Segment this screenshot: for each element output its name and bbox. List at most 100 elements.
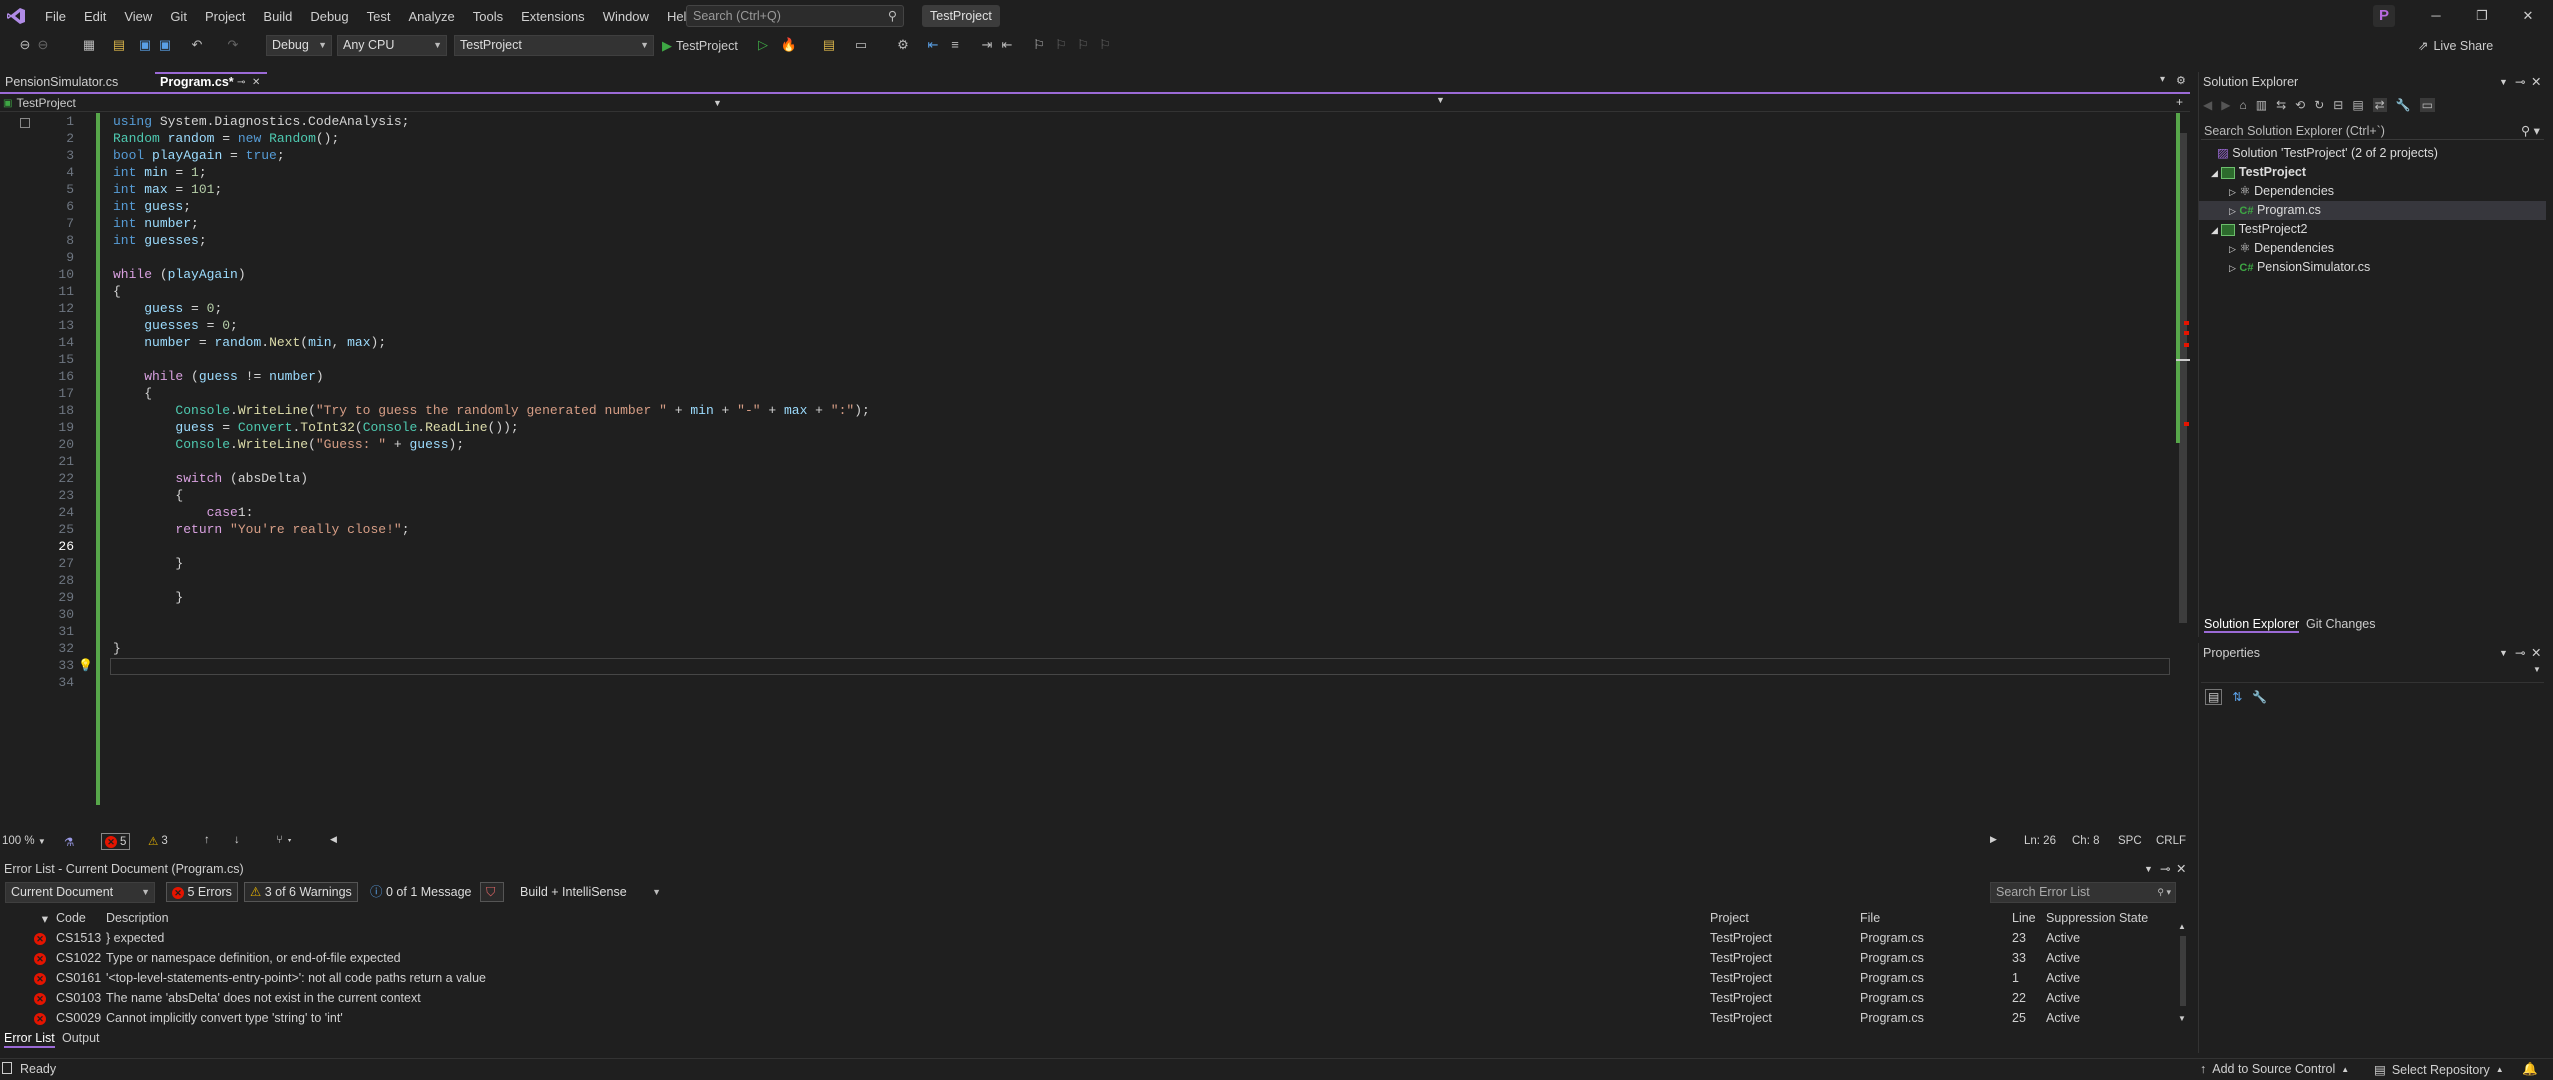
collapse-all-icon[interactable]: ⊟ [2333,98,2343,112]
project-scope-dropdown[interactable]: ▣ TestProject ▼ [3,95,723,111]
save-icon[interactable]: ▣ [136,36,154,54]
error-code-link[interactable]: CS0161 [52,968,102,988]
property-pages-icon[interactable]: 🔧 [2252,690,2267,704]
tab-output[interactable]: Output [62,1031,100,1045]
indent-icon[interactable]: ⇥ [978,36,996,54]
select-repository-button[interactable]: ▤ Select Repository ▲ [2374,1062,2504,1078]
pin-icon[interactable]: ⊸ [2160,860,2170,878]
bookmark-clear-icon[interactable]: ⚐ [1096,36,1114,54]
home-icon[interactable]: ⌂ [2239,98,2246,112]
panel-menu-icon[interactable]: ▼ [2499,643,2508,663]
messages-filter-toggle[interactable]: ⓘ 0 of 1 Message [364,882,477,902]
code-cleanup-icon[interactable]: ⚗ [64,835,74,849]
zoom-dropdown[interactable]: 100 % ▼ [2,835,46,847]
menu-view[interactable]: View [115,9,161,24]
menu-edit[interactable]: Edit [75,9,115,24]
object-selector-dropdown[interactable]: ▼ [2201,665,2544,683]
error-code-link[interactable]: CS0103 [52,988,102,1008]
scroll-down-icon[interactable]: ▼ [2178,1014,2186,1023]
add-to-source-control-button[interactable]: ↑ Add to Source Control ▲ [2200,1062,2349,1076]
solution-search-input[interactable]: Search Solution Explorer (Ctrl+`) ⚲ ▾ [2201,122,2544,140]
line-ending-indicator[interactable]: CRLF [2156,835,2186,847]
menu-file[interactable]: File [36,9,75,24]
menu-tools[interactable]: Tools [464,9,512,24]
column-indicator[interactable]: Ch: 8 [2072,835,2100,847]
error-code-link[interactable]: CS1022 [52,948,102,968]
restore-icon[interactable]: ❐ [2459,0,2505,32]
table-row[interactable]: ✕ CS0103 The name 'absDelta' does not ex… [0,988,2178,1008]
layout-icon[interactable]: ▭ [852,36,870,54]
global-search-input[interactable]: Search (Ctrl+Q) ⚲ [686,5,904,27]
tree-item-pension-simulator-cs[interactable]: ▷ C# PensionSimulator.cs [2199,258,2546,277]
step-icon[interactable]: ⇤ [924,36,942,54]
settings-icon[interactable]: ⚙ [2176,74,2186,87]
bookmark-icon[interactable]: ⚐ [1030,36,1048,54]
tree-item-program-cs[interactable]: ▷ C# Program.cs [2199,201,2546,220]
code-editor[interactable]: 💡 1 2 3 4 5 6 7 8 9 10 11 12 13 14 15 16 17 18 19 20 21 22 23 2… [0,113,2190,833]
previous-issue-icon[interactable]: ↑ [204,834,210,846]
pin-icon[interactable]: ⊸ [2515,643,2525,663]
whitespace-indicator[interactable]: SPC [2118,835,2142,847]
alphabetical-icon[interactable]: ⇅ [2232,690,2242,704]
type-scope-dropdown[interactable]: ▼ [726,95,1446,111]
panel-close-icon[interactable]: ✕ [2176,860,2186,878]
pending-changes-icon[interactable]: ⇆ [2276,98,2286,112]
menu-debug[interactable]: Debug [301,9,357,24]
search-error-list-input[interactable]: Search Error List ⚲ ▾ [1990,882,2176,903]
table-row[interactable]: ✕ CS1022 Type or namespace definition, o… [0,948,2178,968]
sync-with-document-icon[interactable]: ⇄ [2372,98,2387,112]
switch-views-icon[interactable]: ▥ [2256,98,2267,112]
bookmark-next-icon[interactable]: ⚐ [1074,36,1092,54]
hot-reload-icon[interactable]: 🔥 [780,36,798,54]
menu-extensions[interactable]: Extensions [512,9,594,24]
startup-project-dropdown[interactable]: TestProject ▼ [454,35,654,56]
solution-name-pill[interactable]: TestProject [922,5,1000,27]
live-share-button[interactable]: ⇗ Live Share [2418,38,2493,54]
start-without-debug-icon[interactable]: ▷ [754,36,772,54]
quick-actions-margin-icon[interactable] [20,118,30,128]
tree-item-solution[interactable]: ▨ Solution 'TestProject' (2 of 2 project… [2199,144,2546,163]
menu-analyze[interactable]: Analyze [399,9,463,24]
panel-menu-icon[interactable]: ▼ [2144,860,2153,878]
warnings-filter-toggle[interactable]: ⚠ 3 of 6 Warnings [244,882,358,902]
save-all-icon[interactable]: ▣ [156,36,174,54]
show-all-files-icon[interactable]: ▤ [2352,98,2363,112]
branch-icon[interactable]: ⑂ ▾ [276,834,293,846]
column-header-code[interactable]: Code [52,908,102,928]
sync-icon[interactable]: ⟲ [2295,98,2305,112]
tab-solution-explorer[interactable]: Solution Explorer [2204,617,2300,633]
menu-git[interactable]: Git [161,9,196,24]
start-debug-button[interactable]: ▶ TestProject [662,36,738,56]
diagnostics-icon[interactable]: ⚙ [894,36,912,54]
tab-overflow-icon[interactable]: ▾ [2160,74,2165,85]
panel-menu-icon[interactable]: ▼ [2499,72,2508,92]
column-header-file[interactable]: File [1856,908,2008,928]
scope-dropdown[interactable]: Current Document ▼ [5,882,155,903]
scroll-thumb[interactable] [2180,936,2186,1006]
platform-dropdown[interactable]: Any CPU ▼ [337,35,447,56]
editor-vertical-scrollbar[interactable] [2176,113,2190,833]
menu-build[interactable]: Build [254,9,301,24]
scroll-thumb[interactable] [2179,133,2187,623]
panel-close-icon[interactable]: ✕ [2531,72,2541,92]
menu-test[interactable]: Test [358,9,400,24]
configuration-dropdown[interactable]: Debug ▼ [266,35,332,56]
tree-item-dependencies[interactable]: ▷ ⚛ Dependencies [2199,239,2546,258]
column-header-line[interactable]: Line [2008,908,2042,928]
properties-icon[interactable]: 🔧 [2396,98,2411,112]
close-icon[interactable]: ✕ [2505,0,2551,32]
bookmark-prev-icon[interactable]: ⚐ [1052,36,1070,54]
pin-icon[interactable]: ⊸ [237,74,245,91]
back-icon[interactable]: ⊖ [16,36,34,54]
column-header-description[interactable]: Description [102,908,1706,928]
column-header-icon[interactable]: ▾ [0,908,52,928]
minimize-icon[interactable]: ─ [2413,0,2459,32]
undo-icon[interactable]: ↶ [188,36,206,54]
code-text[interactable]: using System.Diagnostics.CodeAnalysis; R… [113,113,870,657]
menu-project[interactable]: Project [196,9,254,24]
tab-error-list[interactable]: Error List [4,1031,55,1048]
pin-icon[interactable]: ⊸ [2515,72,2525,92]
table-row[interactable]: ✕ CS1513 } expected TestProject Program.… [0,928,2178,948]
menu-window[interactable]: Window [594,9,658,24]
error-count-button[interactable]: ✕ 5 [101,833,131,850]
